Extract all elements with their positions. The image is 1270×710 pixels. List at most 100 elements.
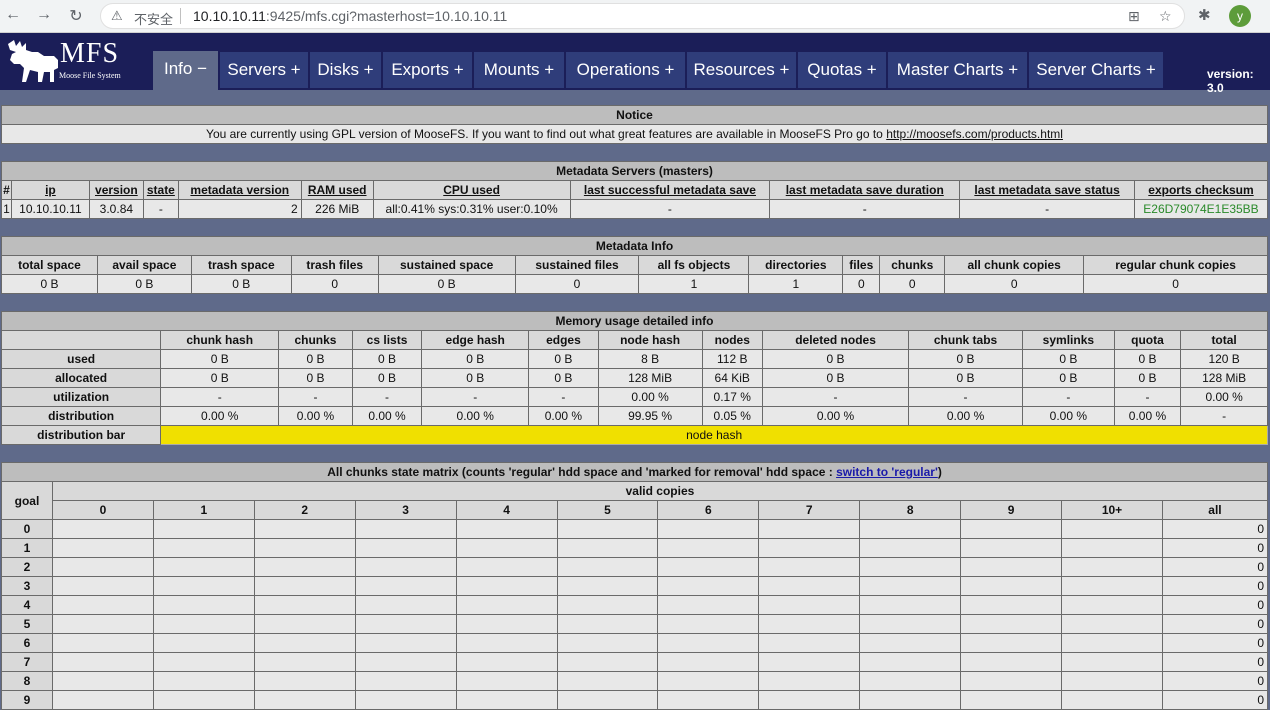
tab-master-charts[interactable]: Master Charts + bbox=[887, 52, 1027, 88]
col-exports-checksum[interactable]: exports checksum bbox=[1133, 180, 1269, 200]
cell: 1 bbox=[638, 274, 750, 294]
tab-quotas[interactable]: Quotas + bbox=[797, 52, 886, 88]
memory-row-label: utilization bbox=[0, 387, 162, 407]
col-metadata-version[interactable]: metadata version bbox=[177, 180, 302, 200]
matrix-cell bbox=[455, 557, 558, 577]
matrix-cell bbox=[152, 576, 255, 596]
goal-row-label: 1 bbox=[1, 538, 53, 558]
matrix-cell bbox=[556, 671, 659, 691]
matrix-cell bbox=[1061, 614, 1163, 634]
tab-server-charts[interactable]: Server Charts + bbox=[1028, 52, 1163, 88]
cell: - bbox=[142, 199, 179, 219]
url-text[interactable]: 10.10.10.11:9425/mfs.cgi?masterhost=10.1… bbox=[193, 8, 507, 24]
matrix-cell bbox=[354, 576, 457, 596]
header-cell: avail space bbox=[96, 255, 192, 275]
matrix-all-cell: 0 bbox=[1161, 690, 1269, 710]
memory-col-header: chunk tabs bbox=[908, 330, 1023, 350]
goal-row-label: 3 bbox=[1, 576, 53, 596]
cell: 1 bbox=[1, 199, 12, 219]
matrix-cell bbox=[253, 652, 356, 672]
matrix-cell bbox=[859, 671, 962, 691]
address-bar[interactable]: ⚠ 不安全 10.10.10.11:9425/mfs.cgi?masterhos… bbox=[100, 3, 1185, 29]
bookmark-star-icon[interactable]: ☆ bbox=[1159, 8, 1172, 25]
matrix-cell bbox=[758, 614, 861, 634]
matrix-title-suffix: ) bbox=[937, 465, 942, 479]
matrix-cell bbox=[960, 633, 1063, 653]
matrix-all-cell: 0 bbox=[1161, 633, 1269, 653]
matrix-cell bbox=[152, 557, 255, 577]
valid-copies-header: valid copies bbox=[51, 481, 1269, 501]
matrix-cell bbox=[960, 614, 1063, 634]
col-cpu-used[interactable]: CPU used bbox=[372, 180, 571, 200]
matrix-cell bbox=[758, 633, 861, 653]
tab-resources[interactable]: Resources + bbox=[686, 52, 796, 88]
cell: 0.00 % bbox=[421, 406, 530, 426]
col-ram-used[interactable]: RAM used bbox=[300, 180, 374, 200]
cell: 2 bbox=[177, 199, 302, 219]
header-cell: chunks bbox=[879, 255, 946, 275]
matrix-cell bbox=[354, 690, 457, 710]
notice-table: Notice You are currently using GPL versi… bbox=[1, 105, 1268, 144]
switch-regular-link[interactable]: switch to 'regular' bbox=[836, 465, 938, 479]
col-save-duration[interactable]: last metadata save duration bbox=[769, 180, 961, 200]
matrix-cell bbox=[152, 595, 255, 615]
cell: 10.10.10.11 bbox=[10, 199, 90, 219]
cell: - bbox=[761, 387, 910, 407]
copies-col-header: 9 bbox=[960, 500, 1063, 520]
matrix-cell bbox=[556, 519, 659, 539]
tab-exports[interactable]: Exports + bbox=[382, 52, 472, 88]
cell: 0 B bbox=[1113, 349, 1182, 369]
metadata-info-table: Metadata Info total space avail space tr… bbox=[1, 236, 1268, 294]
matrix-cell bbox=[758, 652, 861, 672]
tab-info[interactable]: Info − bbox=[152, 51, 218, 90]
goal-row-label: 5 bbox=[1, 614, 53, 634]
cell: 0 B bbox=[278, 368, 353, 388]
masters-title: Metadata Servers (masters) bbox=[1, 161, 1268, 181]
header-cell: sustained space bbox=[377, 255, 516, 275]
reload-icon[interactable]: ↻ bbox=[66, 6, 86, 26]
matrix-cell bbox=[859, 519, 962, 539]
back-icon[interactable]: ← bbox=[3, 6, 23, 24]
header-cell: trash files bbox=[290, 255, 379, 275]
tab-operations[interactable]: Operations + bbox=[565, 52, 685, 88]
col-version[interactable]: version bbox=[88, 180, 144, 200]
matrix-cell bbox=[51, 538, 154, 558]
translate-icon[interactable]: ⊞ bbox=[1128, 8, 1140, 25]
cell: - bbox=[959, 199, 1135, 219]
products-link[interactable]: http://moosefs.com/products.html bbox=[886, 127, 1063, 141]
matrix-cell bbox=[556, 652, 659, 672]
matrix-cell bbox=[51, 633, 154, 653]
matrix-cell bbox=[657, 633, 760, 653]
tab-servers[interactable]: Servers + bbox=[219, 52, 308, 88]
forward-icon[interactable]: → bbox=[34, 6, 54, 24]
matrix-cell bbox=[354, 614, 457, 634]
matrix-cell bbox=[960, 671, 1063, 691]
matrix-cell bbox=[455, 633, 558, 653]
matrix-title-text: All chunks state matrix (counts 'regular… bbox=[327, 465, 837, 479]
col-save-status[interactable]: last metadata save status bbox=[959, 180, 1135, 200]
cell: 0 B bbox=[160, 368, 280, 388]
cell: E26D79074E1E35BB bbox=[1133, 199, 1269, 219]
cell: - bbox=[278, 387, 353, 407]
matrix-cell bbox=[354, 557, 457, 577]
table-row: used 0 B0 B0 B0 B0 B8 B 112 B0 B0 B0 B0 B1… bbox=[0, 349, 1268, 369]
copies-col-header: all bbox=[1161, 500, 1269, 520]
col-state[interactable]: state bbox=[142, 180, 179, 200]
cell: 0 bbox=[1083, 274, 1268, 294]
tab-disks[interactable]: Disks + bbox=[309, 52, 381, 88]
profile-avatar[interactable]: y bbox=[1229, 5, 1251, 27]
matrix-cell bbox=[455, 576, 558, 596]
table-row: 30 bbox=[1, 576, 1269, 596]
extensions-icon[interactable]: ✱ bbox=[1198, 6, 1211, 24]
distribution-bar-text: node hash bbox=[686, 428, 743, 442]
cell: 128 MiB bbox=[597, 368, 703, 388]
tab-mounts[interactable]: Mounts + bbox=[473, 52, 564, 88]
matrix-cell bbox=[556, 595, 659, 615]
memory-row-label: allocated bbox=[0, 368, 162, 388]
matrix-cell bbox=[253, 595, 356, 615]
version-label: version: 3.0 bbox=[1207, 67, 1254, 95]
matrix-cell bbox=[455, 595, 558, 615]
header-cell: all chunk copies bbox=[944, 255, 1085, 275]
col-ip[interactable]: ip bbox=[10, 180, 90, 200]
col-last-save[interactable]: last successful metadata save bbox=[569, 180, 771, 200]
